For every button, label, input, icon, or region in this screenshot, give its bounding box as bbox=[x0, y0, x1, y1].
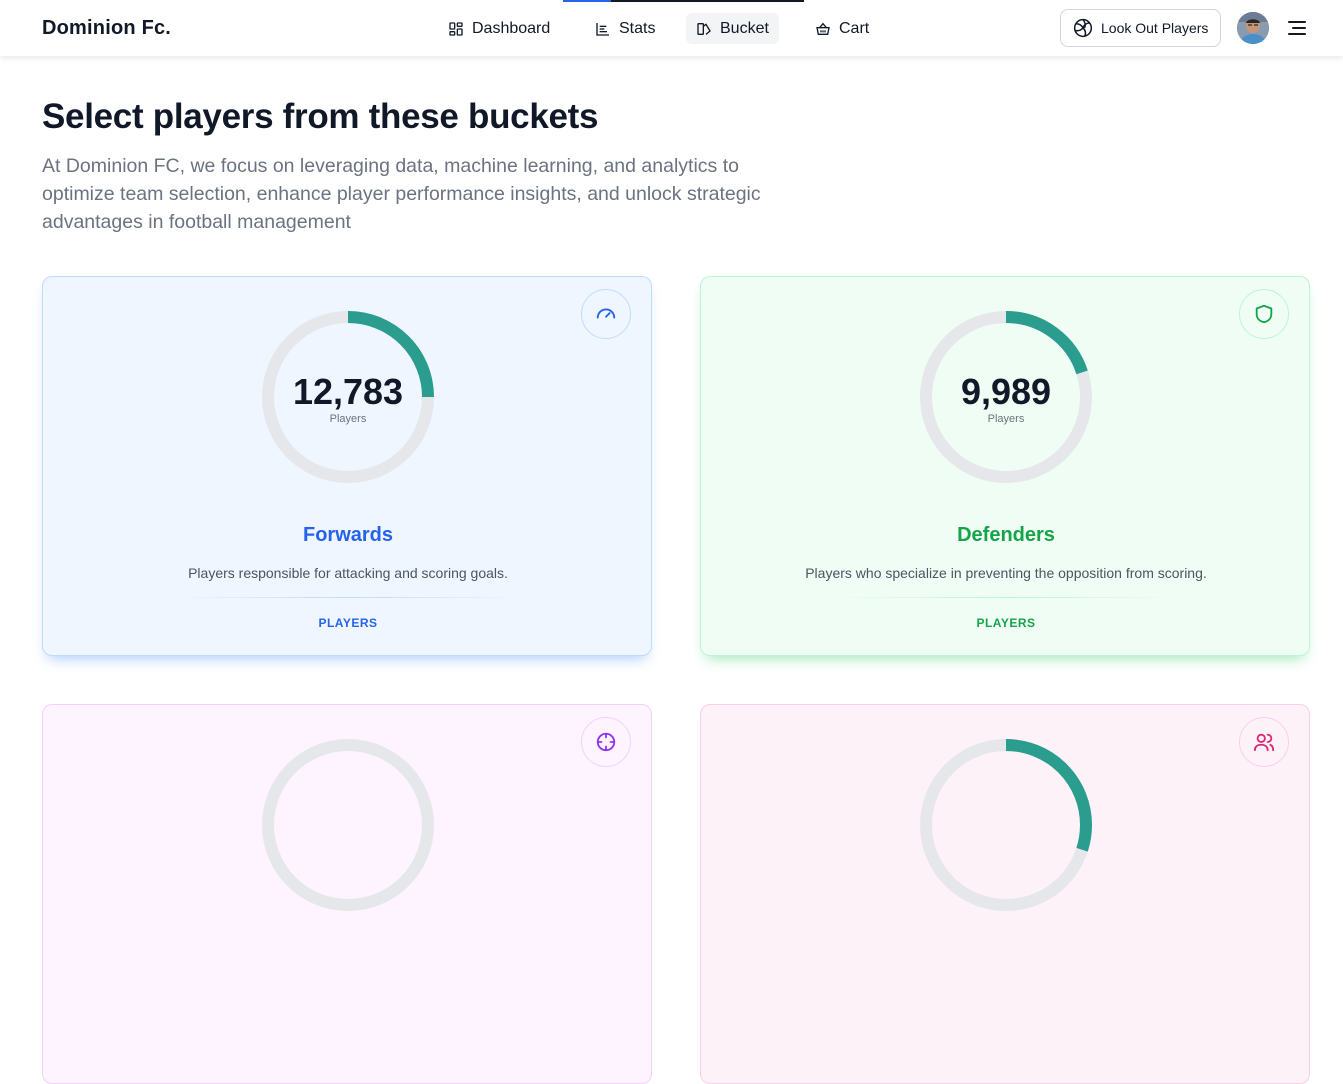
nav-item-label: Stats bbox=[619, 19, 656, 37]
nav-item-label: Bucket bbox=[720, 19, 769, 37]
gauge-icon bbox=[596, 308, 616, 319]
player-count-label: Players bbox=[987, 413, 1025, 425]
crosshair-icon bbox=[596, 732, 616, 752]
look-out-players-button[interactable]: Look Out Players bbox=[1060, 9, 1221, 47]
volleyball-icon bbox=[1073, 18, 1093, 38]
hamburger-menu-button[interactable] bbox=[1286, 17, 1308, 39]
bucket-players-link[interactable]: PLAYERS bbox=[701, 616, 1311, 630]
page-title: Select players from these buckets bbox=[42, 97, 599, 136]
bucket-players-link[interactable]: PLAYERS bbox=[43, 616, 653, 630]
bucket-description: Players responsible for attacking and sc… bbox=[188, 565, 508, 581]
page-subtitle: At Dominion FC, we focus on leveraging d… bbox=[42, 155, 761, 233]
cart-icon bbox=[816, 22, 830, 35]
nav-item-stats[interactable]: Stats bbox=[585, 13, 665, 44]
nav-item-bucket[interactable]: Bucket bbox=[686, 13, 779, 44]
page-load-progress-bar bbox=[563, 0, 804, 2]
progress-bar-fill bbox=[563, 0, 612, 2]
dashboard-icon bbox=[449, 21, 463, 36]
avatar-image bbox=[1237, 12, 1269, 44]
bucket-icon-badge bbox=[1239, 717, 1289, 767]
nav-item-label: Cart bbox=[839, 19, 870, 37]
shield-icon bbox=[1255, 304, 1273, 324]
bucket-title: Forwards bbox=[302, 524, 394, 546]
bucket-icon-badge bbox=[581, 717, 631, 767]
stats-icon bbox=[596, 22, 609, 36]
nav-item-dashboard[interactable]: Dashboard bbox=[438, 13, 560, 44]
menu-icon bbox=[1288, 21, 1306, 35]
bucket-card-defenders[interactable]: 9,989 Players Defenders Players who spec… bbox=[700, 276, 1310, 656]
bucket-card-4[interactable] bbox=[700, 704, 1310, 1084]
bucket-card-forwards[interactable]: 12,783 Players Forwards Players responsi… bbox=[42, 276, 652, 656]
bucket-icon-badge bbox=[581, 289, 631, 339]
player-count-ring bbox=[262, 739, 434, 911]
player-count: 12,783 bbox=[292, 371, 404, 412]
look-out-players-label: Look Out Players bbox=[1101, 20, 1209, 36]
bucket-icon bbox=[697, 22, 711, 35]
users-icon bbox=[1253, 733, 1275, 752]
divider bbox=[831, 597, 1181, 598]
nav-item-cart[interactable]: Cart bbox=[805, 13, 879, 44]
top-navigation-bar: Dominion Fc. Dashboard Stats Bucket Cart… bbox=[0, 0, 1343, 56]
player-count: 9,989 bbox=[960, 371, 1052, 412]
player-count-ring bbox=[920, 739, 1092, 911]
player-count-label: Players bbox=[329, 413, 367, 425]
bucket-icon-badge bbox=[1239, 289, 1289, 339]
nav-item-label: Dashboard bbox=[472, 19, 551, 37]
brand-logo-text[interactable]: Dominion Fc. bbox=[42, 17, 171, 40]
user-avatar[interactable] bbox=[1237, 12, 1269, 44]
bucket-description: Players who specialize in preventing the… bbox=[805, 565, 1207, 581]
bucket-card-3[interactable] bbox=[42, 704, 652, 1084]
divider bbox=[173, 597, 523, 598]
ring-track bbox=[262, 739, 434, 911]
bucket-title: Defenders bbox=[957, 524, 1055, 546]
